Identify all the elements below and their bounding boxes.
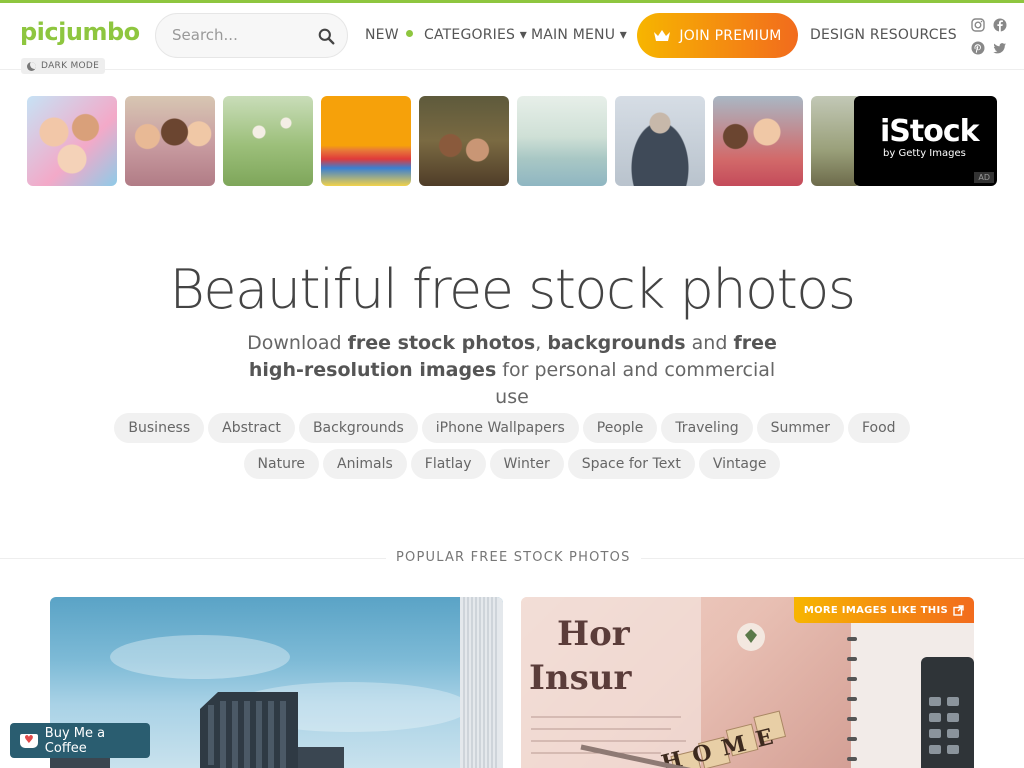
crown-icon [654, 29, 671, 41]
new-dot-icon [405, 30, 413, 37]
tag-business[interactable]: Business [114, 413, 205, 443]
more-images-like-this-button[interactable]: MORE IMAGES LIKE THIS [793, 597, 974, 623]
tag-abstract[interactable]: Abstract [208, 413, 295, 443]
pinterest-icon[interactable] [971, 41, 985, 55]
document-heading-2: Insur [529, 658, 632, 698]
istock-tagline: by Getty Images [883, 148, 966, 159]
tag-food[interactable]: Food [848, 413, 910, 443]
buy-me-a-coffee-button[interactable]: Buy Me a Coffee [10, 723, 150, 758]
search-input[interactable] [172, 26, 302, 44]
tag-animals[interactable]: Animals [323, 449, 407, 479]
nav-new-label: NEW [365, 27, 399, 43]
dark-mode-label: DARK MODE [41, 61, 100, 71]
tag-backgrounds[interactable]: Backgrounds [298, 413, 418, 443]
tag-space-for-text[interactable]: Space for Text [567, 449, 695, 479]
nav-main-menu[interactable]: MAIN MENU ▾ [531, 27, 627, 43]
hero-title: Beautiful free stock photos [169, 258, 856, 321]
hero-sub-part: , [535, 332, 548, 354]
facebook-icon[interactable] [993, 18, 1007, 32]
thumbnail-kids-smiling[interactable] [713, 96, 803, 186]
hero-sub-part: Download [247, 332, 348, 354]
search-icon[interactable] [318, 28, 335, 45]
istock-ad[interactable]: iStock by Getty Images AD [854, 96, 997, 186]
nav-categories[interactable]: CATEGORIES ▾ [424, 27, 527, 43]
hero-sub-bold: free stock photos [347, 332, 536, 354]
tag-row-2: Nature Animals Flatlay Winter Space for … [112, 449, 912, 479]
join-premium-button[interactable]: JOIN PREMIUM [637, 13, 798, 58]
thumbnail-kids-forest[interactable] [419, 96, 509, 186]
thumbnail-kids-bubbles[interactable] [223, 96, 313, 186]
external-link-icon [953, 604, 964, 616]
search-box[interactable] [155, 13, 348, 58]
category-tags: Business Abstract Backgrounds iPhone Wal… [112, 413, 912, 485]
site-header: picjumbo NEW CATEGORIES ▾ MAIN MENU ▾ JO… [0, 3, 1024, 70]
tag-winter[interactable]: Winter [489, 449, 564, 479]
tag-people[interactable]: People [582, 413, 658, 443]
tag-summer[interactable]: Summer [756, 413, 844, 443]
coffee-cup-icon [20, 733, 38, 748]
thumbnail-kids-orange[interactable] [321, 96, 411, 186]
instagram-icon[interactable] [971, 18, 985, 32]
popular-heading: POPULAR FREE STOCK PHOTOS [386, 550, 641, 565]
more-images-label: MORE IMAGES LIKE THIS [803, 604, 948, 616]
twitter-icon[interactable] [993, 41, 1007, 55]
tag-traveling[interactable]: Traveling [661, 413, 753, 443]
thumbnail-kids-circle[interactable] [27, 96, 117, 186]
tag-flatlay[interactable]: Flatlay [410, 449, 486, 479]
tag-row-1: Business Abstract Backgrounds iPhone Wal… [112, 413, 912, 443]
istock-logo: iStock [880, 114, 980, 149]
nav-new[interactable]: NEW [365, 27, 413, 43]
dark-mode-toggle[interactable]: DARK MODE [21, 58, 106, 74]
join-premium-label: JOIN PREMIUM [679, 27, 782, 44]
sponsored-thumbnail-strip: iStock by Getty Images AD [27, 96, 997, 186]
document-heading-1: Hor [557, 614, 631, 654]
thumbnail-kids-group[interactable] [125, 96, 215, 186]
tag-iphone-wallpapers[interactable]: iPhone Wallpapers [421, 413, 579, 443]
ad-badge: AD [974, 172, 994, 183]
thumbnail-kids-lake[interactable] [517, 96, 607, 186]
hero-sub-part: and [685, 332, 734, 354]
tag-nature[interactable]: Nature [243, 449, 320, 479]
coffee-label: Buy Me a Coffee [44, 725, 106, 756]
thumbnail-father-child[interactable] [615, 96, 705, 186]
nav-design-resources[interactable]: DESIGN RESOURCES [810, 27, 957, 43]
hero-sub-part: for personal and commercial use [495, 359, 776, 408]
hero-sub-bold: backgrounds [547, 332, 686, 354]
hero-subtitle: Download free stock photos, backgrounds … [232, 330, 792, 411]
logo[interactable]: picjumbo [20, 18, 140, 46]
moon-icon [27, 61, 36, 71]
tag-vintage[interactable]: Vintage [698, 449, 781, 479]
photo-card-home-insurance[interactable]: Hor Insur HOME MORE IMAGES LIKE THIS [521, 597, 974, 768]
